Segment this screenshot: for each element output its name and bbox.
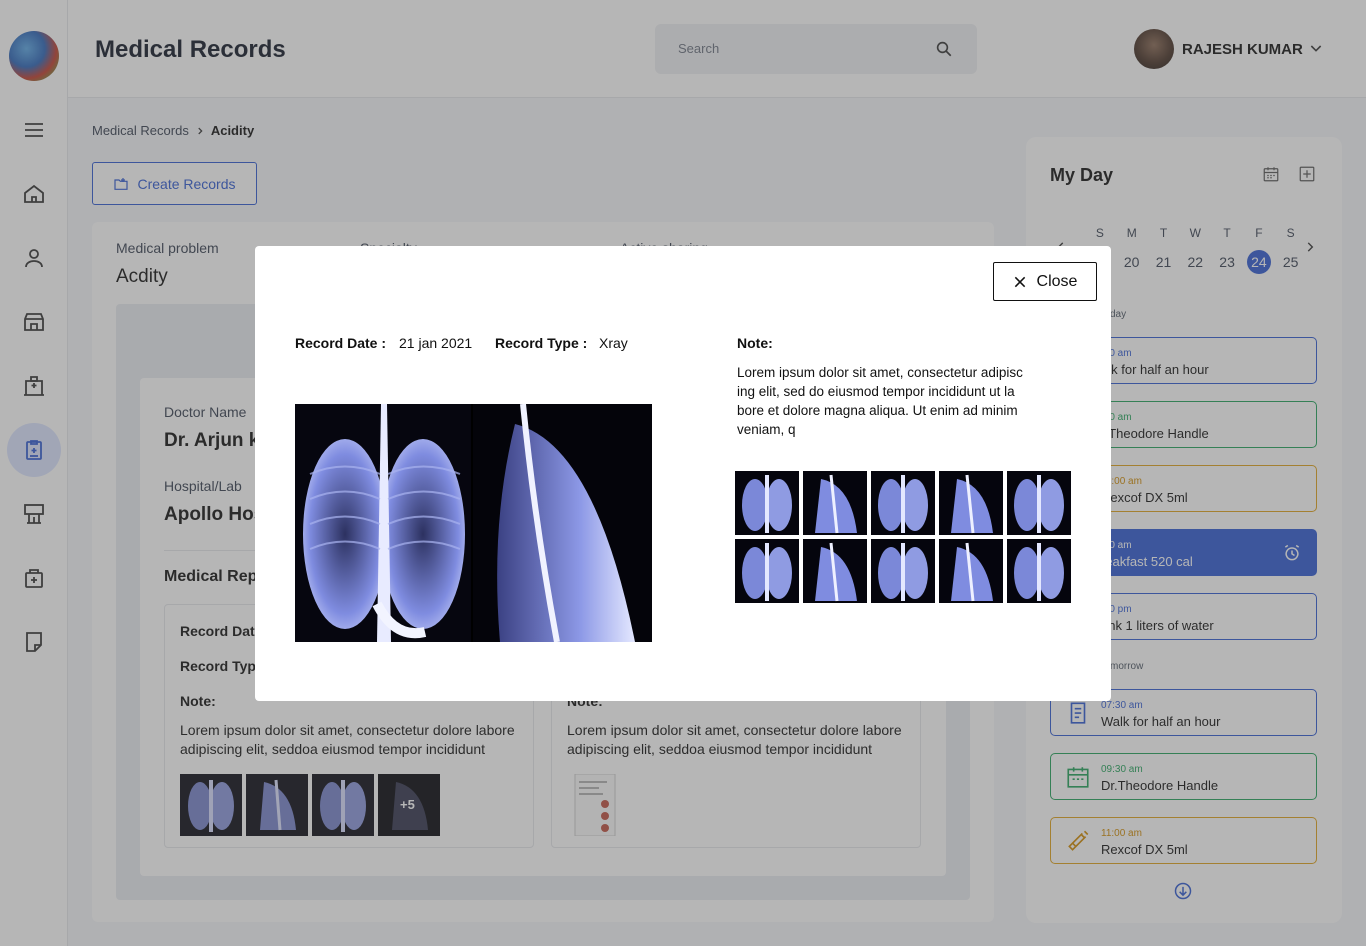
close-label: Close [1036,272,1078,290]
xray-thumbnail[interactable] [939,539,1003,603]
xray-thumbnail[interactable] [1007,471,1071,535]
close-icon [1014,276,1025,287]
record-date-label: Record Date : [295,335,387,351]
xray-thumbnail-grid [735,471,1071,603]
record-type-label: Record Type : [495,335,588,351]
xray-thumbnail[interactable] [939,471,1003,535]
record-type-value: Xray [599,335,628,351]
xray-thumbnail[interactable] [871,471,935,535]
xray-image[interactable] [295,404,652,642]
record-detail-modal: Close Record Date : 21 jan 2021 Record T… [255,246,1111,701]
note-text: Lorem ipsum dolor sit amet, consectetur … [737,365,1023,437]
xray-thumbnail[interactable] [735,471,799,535]
xray-thumbnail[interactable] [1007,539,1071,603]
close-button[interactable]: Close [993,262,1097,301]
record-date-value: 21 jan 2021 [399,335,473,351]
xray-thumbnail[interactable] [871,539,935,603]
xray-thumbnail[interactable] [735,539,799,603]
xray-thumbnail[interactable] [803,539,867,603]
note-label: Note: [737,335,773,351]
xray-thumbnail[interactable] [803,471,867,535]
